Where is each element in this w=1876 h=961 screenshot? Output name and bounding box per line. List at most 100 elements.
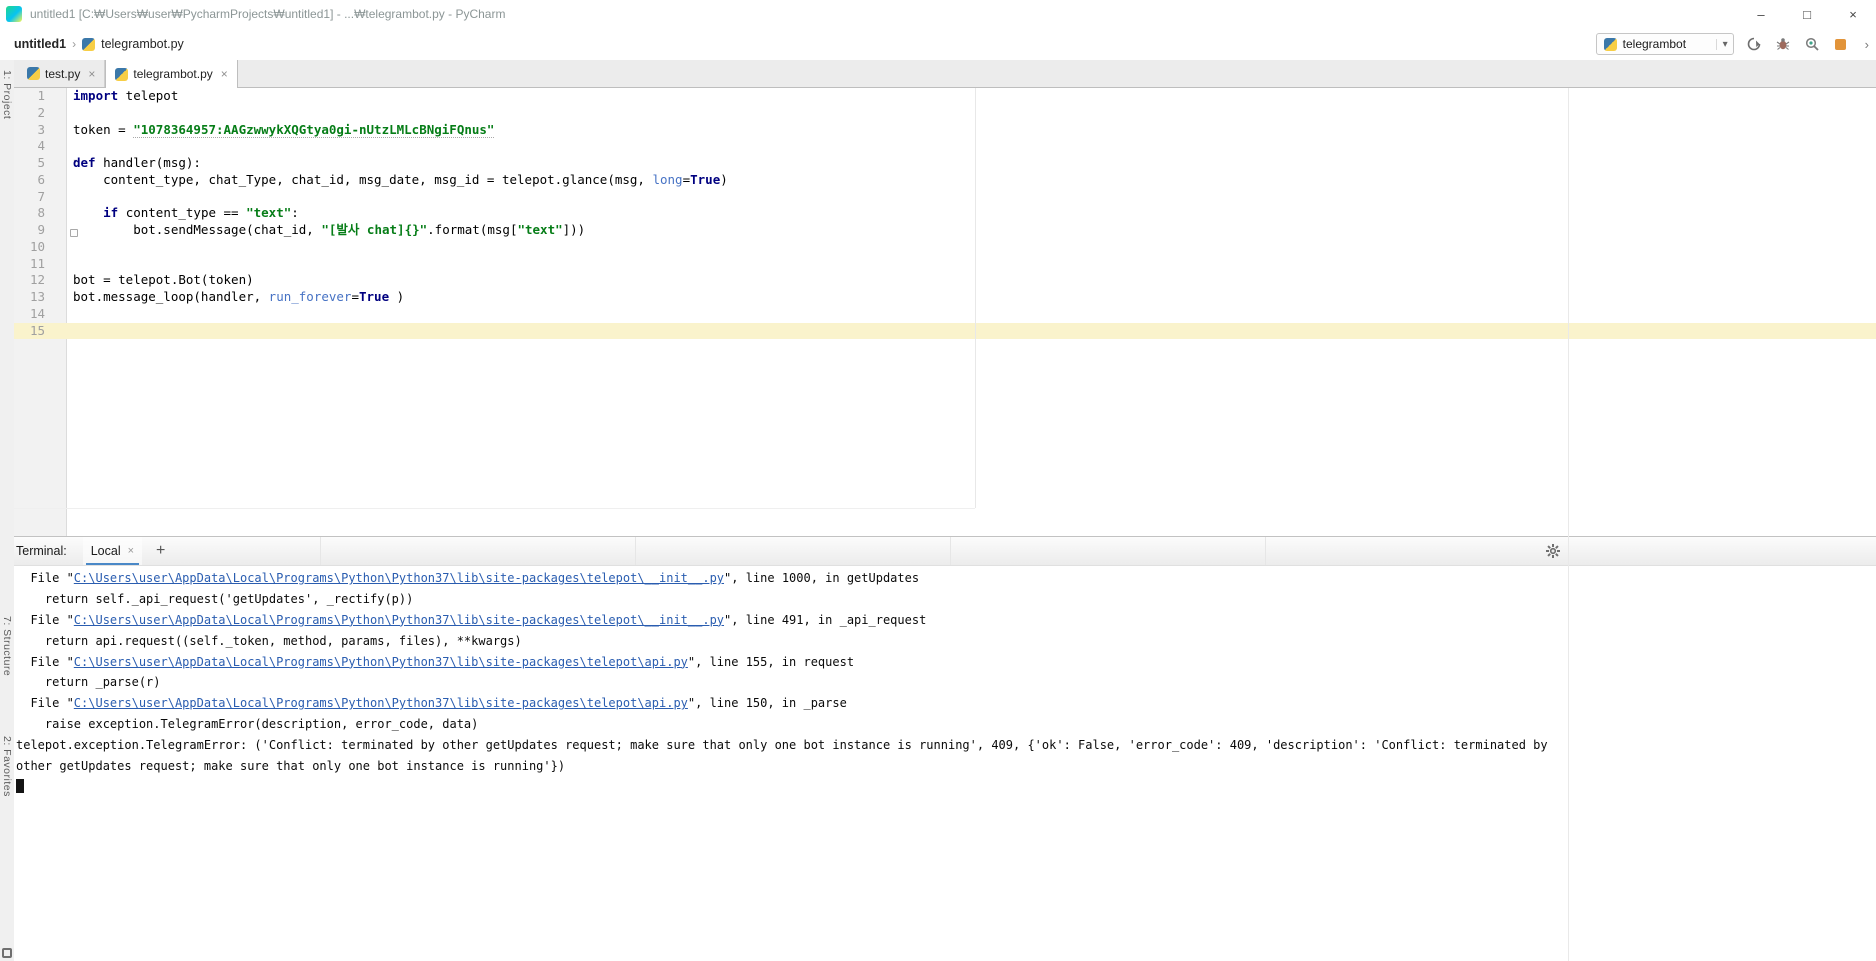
terminal-line: return _parse(r): [16, 672, 1876, 693]
line-number-value: 5: [37, 155, 45, 170]
line-number-value: 13: [29, 289, 45, 304]
code-segment: "[발사 chat]{}": [321, 222, 428, 237]
terminal-line: File "C:\Users\user\AppData\Local\Progra…: [16, 568, 1876, 589]
line-number[interactable]: 12: [14, 272, 66, 289]
sidebar-item-structure[interactable]: 7: Structure: [1, 616, 13, 676]
code-line[interactable]: bot = telepot.Bot(token): [68, 272, 1876, 289]
header-separator: [320, 537, 321, 565]
code-segment: ", line 491, in _api_request: [724, 612, 927, 627]
code-line[interactable]: [68, 256, 1876, 273]
terminal-tab-local[interactable]: Local ×: [82, 537, 143, 565]
sidebar-item-favorites[interactable]: 2: Favorites: [1, 736, 13, 797]
code-line[interactable]: [68, 189, 1876, 206]
code-segment: raise exception.TelegramError(descriptio…: [16, 717, 479, 732]
run-configuration-select[interactable]: telegrambot ▾: [1595, 33, 1734, 55]
line-number-value: 2: [37, 104, 45, 120]
terminal-panel: Terminal: Local × + File "C:\Users\user\…: [14, 536, 1876, 961]
minimize-button[interactable]: –: [1738, 0, 1784, 28]
tab-label: test.py: [45, 66, 81, 81]
line-number[interactable]: 11: [14, 256, 66, 273]
file-link[interactable]: C:\Users\user\AppData\Local\Programs\Pyt…: [74, 571, 724, 585]
line-number-value: 1: [37, 88, 45, 103]
code-line[interactable]: def handler(msg):: [68, 155, 1876, 172]
toolwindow-toggle-icon[interactable]: [2, 948, 12, 958]
code-line[interactable]: token = "1078364957:AAGzwwykXQGtya0gi-nU…: [68, 121, 1876, 139]
line-number[interactable]: 7: [14, 189, 66, 206]
line-number[interactable]: 10: [14, 239, 66, 256]
terminal-line: return self._api_request('getUpdates', _…: [16, 589, 1876, 610]
run-with-coverage-button[interactable]: [1803, 35, 1821, 53]
editor-bottom-line: [14, 508, 975, 509]
python-file-icon: [82, 37, 96, 51]
new-terminal-session-button[interactable]: +: [156, 542, 165, 560]
editor-gutter: 1 2 3 4 5 ▾ 6 7 8 9 10 11 12 13 14 15: [14, 88, 78, 536]
terminal-line: return api.request((self._token, method,…: [16, 631, 1876, 652]
close-tab-icon[interactable]: ×: [88, 67, 95, 81]
line-number[interactable]: 9: [14, 222, 78, 239]
line-number[interactable]: 1: [14, 88, 66, 105]
code-line[interactable]: [68, 105, 1876, 122]
file-link[interactable]: C:\Users\user\AppData\Local\Programs\Pyt…: [74, 613, 724, 627]
header-separator: [950, 537, 951, 565]
window-controls: – □ ×: [1738, 0, 1876, 28]
code-segment: content_type, chat_Type, chat_id, msg_da…: [73, 171, 653, 187]
editor-and-terminal-column: test.py × telegrambot.py × 1 2 3 4 5 ▾ 6 7 8 9 10 1…: [14, 60, 1876, 961]
code-segment: .format(msg[: [427, 222, 518, 237]
breadcrumb-project[interactable]: untitled1: [14, 37, 66, 51]
code-line[interactable]: [68, 239, 1876, 256]
code-line[interactable]: bot.message_loop(handler, run_forever=Tr…: [68, 289, 1876, 306]
code-line[interactable]: if content_type == "text":: [68, 205, 1876, 222]
terminal-output[interactable]: File "C:\Users\user\AppData\Local\Progra…: [14, 566, 1876, 961]
code-segment: bot.sendMessage(chat_id,: [73, 222, 322, 237]
code-line[interactable]: [68, 323, 1876, 340]
close-button[interactable]: ×: [1830, 0, 1876, 28]
tab-test-py[interactable]: test.py ×: [18, 60, 106, 87]
sidebar-item-project[interactable]: 1: Project: [1, 70, 13, 119]
tab-label: telegrambot.py: [133, 67, 213, 81]
code-segment: long: [652, 171, 683, 187]
code-segment: File ": [16, 696, 74, 711]
close-icon: ×: [1849, 6, 1857, 22]
file-link[interactable]: C:\Users\user\AppData\Local\Programs\Pyt…: [74, 655, 688, 669]
minimize-icon: –: [1757, 6, 1765, 22]
line-number-value: 3: [37, 121, 45, 137]
line-number[interactable]: 15: [14, 323, 66, 340]
debug-button[interactable]: [1774, 35, 1792, 53]
code-line[interactable]: import telepot: [68, 88, 1876, 105]
code-editor[interactable]: 1 2 3 4 5 ▾ 6 7 8 9 10 11 12 13 14 15 import telepot tok…: [14, 88, 1876, 536]
toolbar-overflow-icon[interactable]: ›: [1865, 37, 1869, 52]
python-file-icon: [115, 67, 129, 81]
code-segment: return _parse(r): [16, 675, 161, 690]
line-number[interactable]: 13: [14, 289, 66, 306]
maximize-button[interactable]: □: [1784, 0, 1830, 28]
line-number[interactable]: 4: [14, 138, 66, 155]
file-link[interactable]: C:\Users\user\AppData\Local\Programs\Pyt…: [74, 696, 688, 710]
line-number[interactable]: 2: [14, 105, 66, 122]
line-number[interactable]: 6: [14, 172, 66, 189]
code-segment: def: [73, 155, 96, 170]
terminal-line: other getUpdates request; make sure that…: [16, 756, 1876, 777]
terminal-settings-button[interactable]: [1545, 543, 1561, 562]
terminal-line: raise exception.TelegramError(descriptio…: [16, 714, 1876, 735]
close-terminal-tab-icon[interactable]: ×: [128, 545, 134, 557]
code-segment: other getUpdates request; make sure that…: [16, 759, 566, 774]
code-line[interactable]: content_type, chat_Type, chat_id, msg_da…: [68, 172, 1876, 189]
tab-telegrambot-py[interactable]: telegrambot.py ×: [105, 60, 238, 88]
stop-button[interactable]: [1832, 35, 1850, 53]
terminal-cursor: [16, 778, 24, 793]
code-line[interactable]: bot.sendMessage(chat_id, "[발사 chat]{}".f…: [68, 222, 1876, 239]
python-file-icon: [27, 67, 40, 80]
code-line[interactable]: [68, 138, 1876, 155]
close-tab-icon[interactable]: ×: [221, 67, 228, 81]
line-number[interactable]: 8: [14, 205, 66, 222]
breadcrumb-file[interactable]: telegrambot.py: [101, 37, 184, 51]
code-segment: :: [291, 205, 299, 221]
line-number[interactable]: 14: [14, 306, 66, 323]
line-number[interactable]: 5 ▾: [14, 155, 78, 172]
code-line[interactable]: [68, 306, 1876, 323]
rerun-button[interactable]: [1745, 35, 1763, 53]
terminal-line: File "C:\Users\user\AppData\Local\Progra…: [16, 652, 1876, 673]
line-number-value: 15: [29, 322, 45, 338]
line-number[interactable]: 3: [14, 122, 66, 139]
